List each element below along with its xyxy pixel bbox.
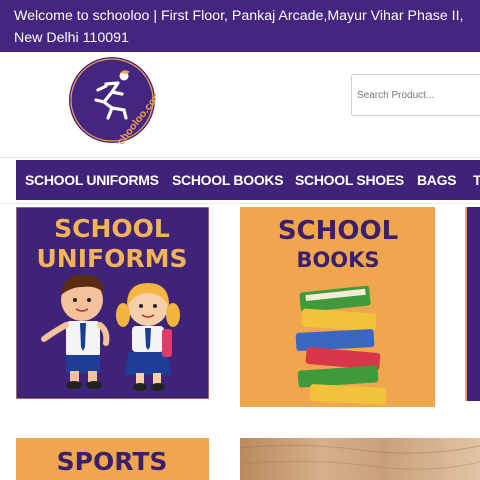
main-nav: SCHOOL UNIFORMS SCHOOL BOOKS SCHOOL SHOE… bbox=[16, 160, 480, 200]
nav-item-school-shoes[interactable]: SCHOOL SHOES bbox=[295, 160, 404, 200]
top-announcement-bar: Welcome to schooloo | First Floor, Panka… bbox=[0, 0, 480, 52]
site-logo[interactable]: schooloo.com bbox=[68, 56, 165, 152]
tile-uniforms-line2: UNIFORMS bbox=[37, 244, 188, 273]
school-books-image: SCHOOL BOOKS bbox=[240, 207, 435, 407]
tile-school-uniforms[interactable]: SCHOOL UNIFORMS bbox=[16, 207, 209, 399]
nav-item-school-uniforms[interactable]: SCHOOL UNIFORMS bbox=[25, 160, 159, 200]
tile-partial-image bbox=[465, 207, 480, 401]
welcome-address-text: Welcome to schooloo | First Floor, Panka… bbox=[14, 8, 464, 46]
sports-image: SPORTS bbox=[16, 438, 209, 480]
tile-wood-image[interactable] bbox=[240, 438, 480, 480]
nav-item-school-books[interactable]: SCHOOL BOOKS bbox=[172, 160, 284, 200]
school-uniforms-image: SCHOOL UNIFORMS bbox=[16, 207, 209, 399]
schooloo-logo-icon: schooloo.com bbox=[69, 57, 165, 152]
nav-item-more[interactable]: T bbox=[473, 160, 480, 200]
tile-books-line1: SCHOOL bbox=[278, 216, 398, 246]
tile-books-line2: BOOKS bbox=[296, 248, 379, 272]
header-divider bbox=[0, 157, 480, 158]
tile-sports[interactable]: SPORTS bbox=[16, 438, 209, 480]
nav-shadow bbox=[0, 203, 480, 204]
tile-school-books[interactable]: SCHOOL BOOKS bbox=[240, 207, 435, 407]
wood-texture-image bbox=[240, 438, 480, 480]
tile-school-shoes-partial[interactable] bbox=[465, 207, 480, 401]
search-input[interactable] bbox=[351, 74, 480, 116]
tile-sports-line1: SPORTS bbox=[57, 447, 168, 476]
nav-item-bags[interactable]: BAGS bbox=[417, 160, 457, 200]
tile-uniforms-line1: SCHOOL bbox=[54, 214, 170, 243]
